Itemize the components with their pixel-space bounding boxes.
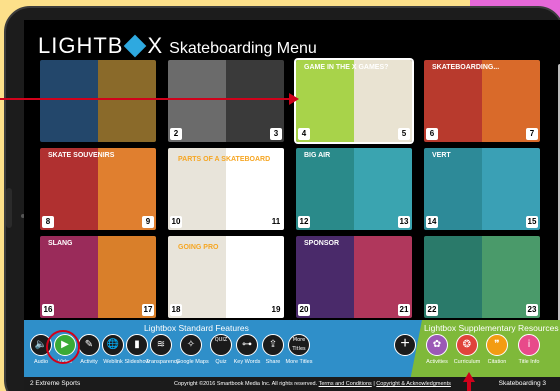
activities-button[interactable]: ✿ Activities (422, 334, 452, 365)
page-number-left: 2 (170, 128, 182, 140)
globe-icon: 🌐 (102, 334, 124, 356)
supplementary-resources-title: Lightbox Supplementary Resources (424, 323, 559, 333)
page-number-left: 16 (42, 304, 54, 316)
pencil-icon: ✎ (78, 334, 100, 356)
page-number-right: 7 (526, 128, 538, 140)
page-number-right: 23 (526, 304, 538, 316)
page-number-right: 3 (270, 128, 282, 140)
page-number-right: 9 (142, 216, 154, 228)
plus-icon[interactable]: + (394, 334, 416, 356)
activities-icon: ✿ (426, 334, 448, 356)
citation-icon: ❞ (486, 334, 508, 356)
page-thumbnail[interactable]: GAME IN THE X GAMES? 4 5 (296, 60, 412, 142)
page-number-left: 20 (298, 304, 310, 316)
page-thumbnail-title: GAME IN THE X GAMES? (304, 64, 389, 71)
copyright-link[interactable]: Copyright & Acknowledgments (376, 381, 451, 387)
page-number-right: 15 (526, 216, 538, 228)
layers-icon: ≋ (150, 334, 172, 356)
page-thumbnail[interactable]: GOING PRO 18 19 (168, 236, 284, 318)
page-thumbnail[interactable]: SLANG 16 17 (40, 236, 156, 318)
tool-label: Transparency (146, 359, 180, 365)
page-thumbnail-title: SKATEBOARDING... (432, 64, 500, 71)
annotation-arrow-line (0, 98, 292, 100)
slides-icon: ▮ (126, 334, 148, 356)
page-thumbnail-title: SLANG (48, 240, 73, 247)
page-number-left: 10 (170, 216, 182, 228)
page-thumbnail[interactable] (40, 60, 156, 142)
page-thumbnail[interactable]: VERT 14 15 (424, 148, 540, 230)
page-thumbnail[interactable]: 22 23 (424, 236, 540, 318)
page-thumbnail[interactable]: SKATEBOARDING... 6 7 (424, 60, 540, 142)
page-thumbnail[interactable]: SPONSOR 20 21 (296, 236, 412, 318)
page-thumbnail[interactable]: BIG AIR 12 13 (296, 148, 412, 230)
more-titles-button[interactable]: More Titles More Titles (284, 334, 314, 365)
standard-features-title: Lightbox Standard Features (144, 323, 249, 333)
tool-label: Citation (487, 359, 507, 365)
page-thumbnail-title: SPONSOR (304, 240, 340, 247)
page-thumbnail[interactable]: 23 (168, 60, 284, 142)
annotation-arrow-head (289, 93, 299, 105)
tablet-side-button (6, 188, 12, 228)
quiz-icon: QUIZ (210, 334, 232, 356)
page-number-left: 6 (426, 128, 438, 140)
page-number-left: 14 (426, 216, 438, 228)
curriculum-button[interactable]: ❂ Curriculum (452, 334, 482, 365)
google-maps-button[interactable]: ✧ Google Maps (176, 334, 209, 365)
terms-link[interactable]: Terms and Conditions (319, 381, 372, 387)
page-number-right: 17 (142, 304, 154, 316)
page-thumbnail-title: VERT (432, 152, 451, 159)
share-icon: ⇪ (262, 334, 284, 356)
page-number-left: 18 (170, 304, 182, 316)
page-thumbnail-title: GOING PRO (178, 244, 219, 251)
footer-copyright: Copyright ©2016 Smartbook Media Inc. All… (174, 381, 451, 387)
transparency-button[interactable]: ≋ Transparency (146, 334, 180, 365)
tool-label: More Titles (285, 359, 313, 365)
footer-bar: 2 Extreme Sports Copyright ©2016 Smartbo… (24, 377, 560, 391)
page-title: Skateboarding Menu (169, 40, 317, 57)
page-thumbnail-title: BIG AIR (304, 152, 331, 159)
tool-label: Title Info (518, 359, 540, 365)
page-thumbnail[interactable]: SKATE SOUVENIRS 8 9 (40, 148, 156, 230)
curriculum-icon: ❂ (456, 334, 478, 356)
feature-toolbar: Lightbox Standard Features Lightbox Supp… (24, 320, 560, 391)
tool-label: Curriculum (453, 359, 481, 365)
map-icon: ✧ (180, 334, 202, 356)
page-number-right: 13 (398, 216, 410, 228)
title-info-button[interactable]: i Title Info (514, 334, 544, 365)
page-number-right: 19 (270, 304, 282, 316)
logo-diamond-icon (124, 34, 147, 58)
lightbox-logo: LIGHTB X (38, 33, 164, 58)
page-number-left: 4 (298, 128, 310, 140)
key-icon: ⊶ (236, 334, 258, 356)
page-number-right: 21 (398, 304, 410, 316)
page-number-right: 11 (270, 216, 282, 228)
page-thumbnail[interactable]: PARTS OF A SKATEBOARD 10 11 (168, 148, 284, 230)
footer-right-label: Skateboarding 3 (498, 380, 546, 387)
video-highlight-circle (46, 330, 80, 364)
menu-header: LIGHTB X Skateboarding Menu (38, 33, 317, 59)
page-number-left: 8 (42, 216, 54, 228)
page-thumbnail-title: PARTS OF A SKATEBOARD (178, 156, 271, 163)
page-number-left: 12 (298, 216, 310, 228)
page-number-right: 5 (398, 128, 410, 140)
citation-button[interactable]: ❞ Citation (482, 334, 512, 365)
more-titles-icon: More Titles (288, 334, 310, 356)
page-number-left: 22 (426, 304, 438, 316)
page-thumbnail-title: SKATE SOUVENIRS (48, 152, 115, 159)
info-icon: i (518, 334, 540, 356)
tool-label: Activities (426, 359, 448, 365)
tool-label: Google Maps (176, 359, 209, 365)
footer-left-label: 2 Extreme Sports (30, 380, 81, 387)
annotation-up-arrow-stem (467, 381, 471, 391)
